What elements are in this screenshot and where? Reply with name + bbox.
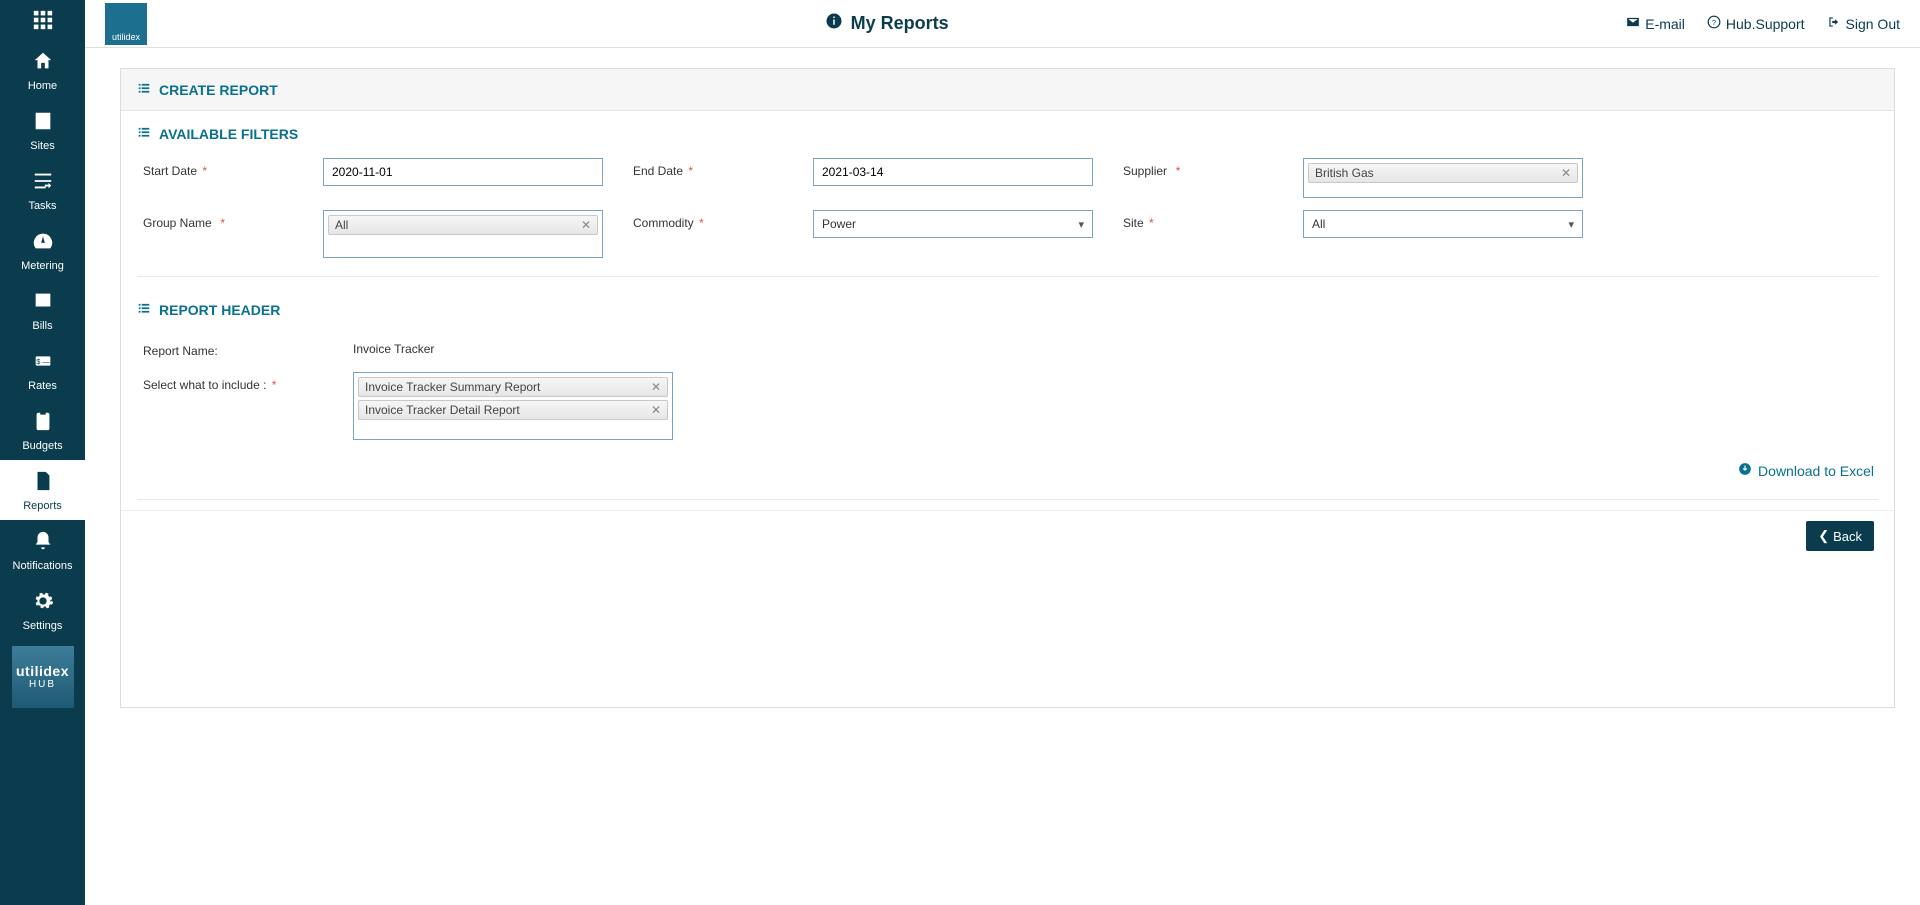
support-link[interactable]: ? Hub.Support xyxy=(1707,15,1805,32)
envelope-icon xyxy=(1626,15,1640,32)
commodity-label: Commodity * xyxy=(633,210,783,230)
report-header-title: REPORT HEADER xyxy=(137,301,1878,318)
bell-icon xyxy=(32,530,54,556)
svg-text:$ —: $ — xyxy=(36,357,50,366)
list-icon xyxy=(137,125,151,142)
sidebar-item-bills[interactable]: Bills xyxy=(0,280,85,340)
include-tag: Invoice Tracker Detail Report ✕ xyxy=(358,400,668,420)
sidebar-item-label: Sites xyxy=(30,140,54,152)
include-tag: Invoice Tracker Summary Report ✕ xyxy=(358,377,668,397)
reports-icon xyxy=(32,470,54,496)
include-label: Select what to include : * xyxy=(143,372,333,440)
sidebar-item-metering[interactable]: Metering xyxy=(0,220,85,280)
clipboard-icon xyxy=(32,410,54,436)
back-row: ❮ Back xyxy=(121,510,1894,561)
report-name-label: Report Name: xyxy=(143,338,333,358)
supplier-tagbox[interactable]: British Gas ✕ xyxy=(1303,158,1583,198)
tasks-icon xyxy=(32,170,54,196)
page-title: My Reports xyxy=(147,12,1626,35)
content-panel: CREATE REPORT AVAILABLE FILTERS Start Da… xyxy=(120,68,1895,708)
download-icon xyxy=(1738,462,1752,479)
back-button[interactable]: ❮ Back xyxy=(1806,521,1874,551)
sidebar-brand-logo: utilidex HUB xyxy=(12,646,74,708)
commodity-select[interactable]: Power ▾ xyxy=(813,210,1093,238)
supplier-tag: British Gas ✕ xyxy=(1308,163,1578,183)
site-select[interactable]: All ▾ xyxy=(1303,210,1583,238)
remove-tag-icon[interactable]: ✕ xyxy=(643,403,661,417)
chevron-down-icon: ▾ xyxy=(1568,218,1574,231)
question-icon: ? xyxy=(1707,15,1721,32)
remove-tag-icon[interactable]: ✕ xyxy=(1553,166,1571,180)
filters-title: AVAILABLE FILTERS xyxy=(137,125,1878,142)
home-icon xyxy=(32,50,54,76)
supplier-label: Supplier * xyxy=(1123,158,1273,178)
chevron-down-icon: ▾ xyxy=(1078,218,1084,231)
list-icon xyxy=(137,301,151,318)
sidebar-item-label: Rates xyxy=(28,380,57,392)
sidebar-item-reports[interactable]: Reports xyxy=(0,460,85,520)
group-name-tag: All ✕ xyxy=(328,215,598,235)
download-excel-link[interactable]: Download to Excel xyxy=(1738,462,1874,479)
sidebar-item-label: Tasks xyxy=(28,200,56,212)
divider xyxy=(137,499,1878,500)
sidebar-item-sites[interactable]: Sites xyxy=(0,100,85,160)
gear-icon xyxy=(32,590,54,616)
end-date-input[interactable] xyxy=(813,158,1093,186)
sidebar-item-tasks[interactable]: Tasks xyxy=(0,160,85,220)
remove-tag-icon[interactable]: ✕ xyxy=(643,380,661,394)
email-link[interactable]: E-mail xyxy=(1626,15,1685,32)
sidebar-item-label: Home xyxy=(28,80,57,92)
group-name-label: Group Name * xyxy=(143,210,293,230)
gauge-icon xyxy=(32,230,54,256)
start-date-input[interactable] xyxy=(323,158,603,186)
report-header-section: REPORT HEADER Report Name: Invoice Track… xyxy=(121,287,1894,452)
bills-icon xyxy=(32,290,54,316)
report-name-value: Invoice Tracker xyxy=(353,338,673,358)
rates-icon: $ — xyxy=(32,350,54,376)
building-icon xyxy=(32,110,54,136)
end-date-label: End Date * xyxy=(633,158,783,178)
sidebar-item-label: Settings xyxy=(23,620,63,632)
chevron-left-icon: ❮ xyxy=(1818,528,1829,544)
info-icon xyxy=(825,12,843,35)
sidebar-item-settings[interactable]: Settings xyxy=(0,580,85,640)
main: utilidex My Reports E-mail ? Hub.Support… xyxy=(85,0,1920,708)
remove-tag-icon[interactable]: ✕ xyxy=(573,218,591,232)
list-icon xyxy=(137,81,151,98)
sidebar: Home Sites Tasks Metering Bills $ — Rate… xyxy=(0,0,85,905)
sidebar-item-home[interactable]: Home xyxy=(0,40,85,100)
site-label: Site * xyxy=(1123,210,1273,230)
start-date-label: Start Date * xyxy=(143,158,293,178)
svg-text:?: ? xyxy=(1712,18,1716,27)
apps-menu-icon[interactable] xyxy=(0,0,85,40)
header-brand-logo: utilidex xyxy=(105,3,147,45)
signout-link[interactable]: Sign Out xyxy=(1827,15,1900,32)
download-row: Download to Excel xyxy=(121,452,1894,489)
include-tagbox[interactable]: Invoice Tracker Summary Report ✕ Invoice… xyxy=(353,372,673,440)
sidebar-item-label: Budgets xyxy=(22,440,62,452)
sidebar-item-label: Reports xyxy=(23,500,62,512)
header-links: E-mail ? Hub.Support Sign Out xyxy=(1626,15,1900,32)
sidebar-item-budgets[interactable]: Budgets xyxy=(0,400,85,460)
divider xyxy=(137,276,1878,277)
group-name-tagbox[interactable]: All ✕ xyxy=(323,210,603,258)
sidebar-item-label: Metering xyxy=(21,260,64,272)
sidebar-item-label: Bills xyxy=(32,320,52,332)
sidebar-item-rates[interactable]: $ — Rates xyxy=(0,340,85,400)
filters-section: AVAILABLE FILTERS Start Date * End Date … xyxy=(121,111,1894,266)
header-bar: utilidex My Reports E-mail ? Hub.Support… xyxy=(85,0,1920,48)
sidebar-item-notifications[interactable]: Notifications xyxy=(0,520,85,580)
sidebar-item-label: Notifications xyxy=(13,560,73,572)
panel-title: CREATE REPORT xyxy=(121,69,1894,111)
signout-icon xyxy=(1827,15,1841,32)
